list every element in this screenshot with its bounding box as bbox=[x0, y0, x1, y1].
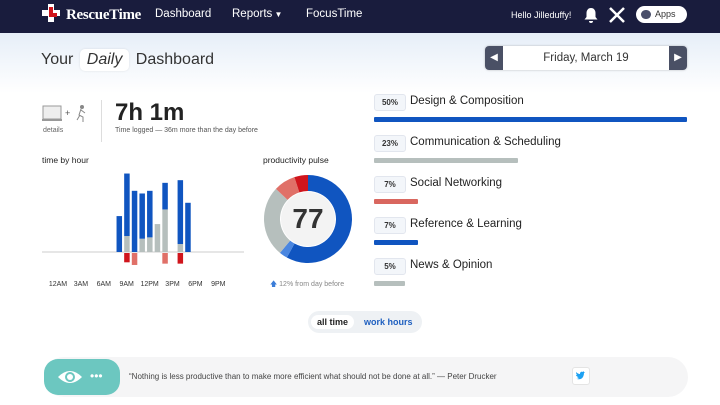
date-label[interactable]: Friday, March 19 bbox=[485, 52, 687, 64]
hour-tick-label: 6AM bbox=[96, 281, 111, 288]
hour-bar-productive[interactable] bbox=[162, 182, 168, 210]
hour-tick-label: 9PM bbox=[211, 281, 226, 288]
nav-focustime[interactable]: FocusTime bbox=[306, 8, 362, 20]
category-name[interactable]: Reference & Learning bbox=[410, 218, 522, 230]
all-time-button[interactable]: all time bbox=[311, 315, 355, 329]
hour-tick-label: 12AM bbox=[48, 281, 68, 288]
hour-bar-neutral[interactable] bbox=[124, 236, 130, 252]
hour-bar-very-distracting[interactable] bbox=[124, 253, 130, 263]
pulse-score: 77 bbox=[281, 192, 335, 246]
hour-bar-neutral[interactable] bbox=[154, 224, 161, 252]
pulse-change-text: 12% from day before bbox=[279, 281, 345, 288]
category-percent: 23% bbox=[374, 135, 406, 152]
tools-icon[interactable] bbox=[608, 6, 626, 24]
hour-bar-productive[interactable] bbox=[177, 180, 184, 245]
hour-bar-distracting[interactable] bbox=[131, 253, 138, 265]
category-bar bbox=[374, 158, 518, 163]
work-hours-button[interactable]: work hours bbox=[358, 315, 419, 329]
quote-bar: ••• “Nothing is less productive than to … bbox=[44, 357, 688, 397]
category-name[interactable]: Communication & Scheduling bbox=[410, 136, 561, 148]
hour-tick-label: 3AM bbox=[73, 281, 89, 288]
category-name[interactable]: News & Opinion bbox=[410, 259, 492, 271]
category-bar bbox=[374, 240, 418, 245]
hour-bar-neutral[interactable] bbox=[177, 244, 184, 252]
category-bar bbox=[374, 117, 687, 122]
hour-bar-productive[interactable] bbox=[116, 216, 123, 252]
hour-bar-distracting[interactable] bbox=[162, 253, 168, 264]
category-percent: 5% bbox=[374, 258, 406, 275]
hour-bar-neutral[interactable] bbox=[162, 209, 168, 252]
time-by-hour-chart bbox=[42, 173, 244, 265]
hour-bar-neutral[interactable] bbox=[147, 237, 153, 252]
hour-bar-productive[interactable] bbox=[124, 173, 130, 237]
chevron-down-icon: ▼ bbox=[272, 10, 283, 19]
category-name[interactable]: Design & Composition bbox=[410, 95, 524, 107]
hour-tick-label: 3PM bbox=[165, 281, 180, 288]
category-name[interactable]: Social Networking bbox=[410, 177, 502, 189]
category-percent: 7% bbox=[374, 217, 406, 234]
arrow-up-icon: 🡅 bbox=[270, 281, 278, 288]
time-range-toggle: all time work hours bbox=[308, 311, 422, 333]
cloud-icon bbox=[641, 10, 651, 19]
date-picker[interactable]: ◀ Friday, March 19 ▶ bbox=[485, 46, 687, 70]
hour-tick-label: 6PM bbox=[188, 281, 203, 288]
twitter-icon bbox=[576, 371, 585, 380]
apps-label: Apps bbox=[655, 9, 676, 19]
hour-tick-label: 9AM bbox=[119, 281, 134, 288]
pulse-title: productivity pulse bbox=[263, 155, 329, 165]
hour-bar-neutral[interactable] bbox=[139, 238, 145, 252]
bell-icon[interactable] bbox=[584, 7, 598, 23]
next-day-button[interactable]: ▶ bbox=[669, 46, 687, 70]
hour-tick-label: 12PM bbox=[140, 281, 159, 288]
hour-bar-productive[interactable] bbox=[147, 190, 153, 238]
hour-bar-very-distracting[interactable] bbox=[177, 253, 184, 264]
category-bar bbox=[374, 281, 406, 286]
dots-icon: ••• bbox=[90, 369, 103, 383]
apps-button[interactable]: Apps bbox=[636, 6, 687, 23]
hour-bar-productive[interactable] bbox=[131, 190, 138, 252]
eye-icon bbox=[58, 371, 82, 383]
category-percent: 50% bbox=[374, 94, 406, 111]
pulse-change: 🡅 12% from day before bbox=[270, 280, 344, 291]
category-percent: 7% bbox=[374, 176, 406, 193]
hour-bar-productive[interactable] bbox=[185, 202, 191, 252]
twitter-share-button[interactable] bbox=[572, 367, 590, 385]
hour-bar-productive[interactable] bbox=[139, 193, 145, 239]
category-bar bbox=[374, 199, 418, 204]
greeting: Hello Jilleduffy! bbox=[511, 10, 572, 20]
quote-text: “Nothing is less productive than to make… bbox=[129, 372, 497, 381]
focus-toggle[interactable]: ••• bbox=[44, 359, 120, 395]
